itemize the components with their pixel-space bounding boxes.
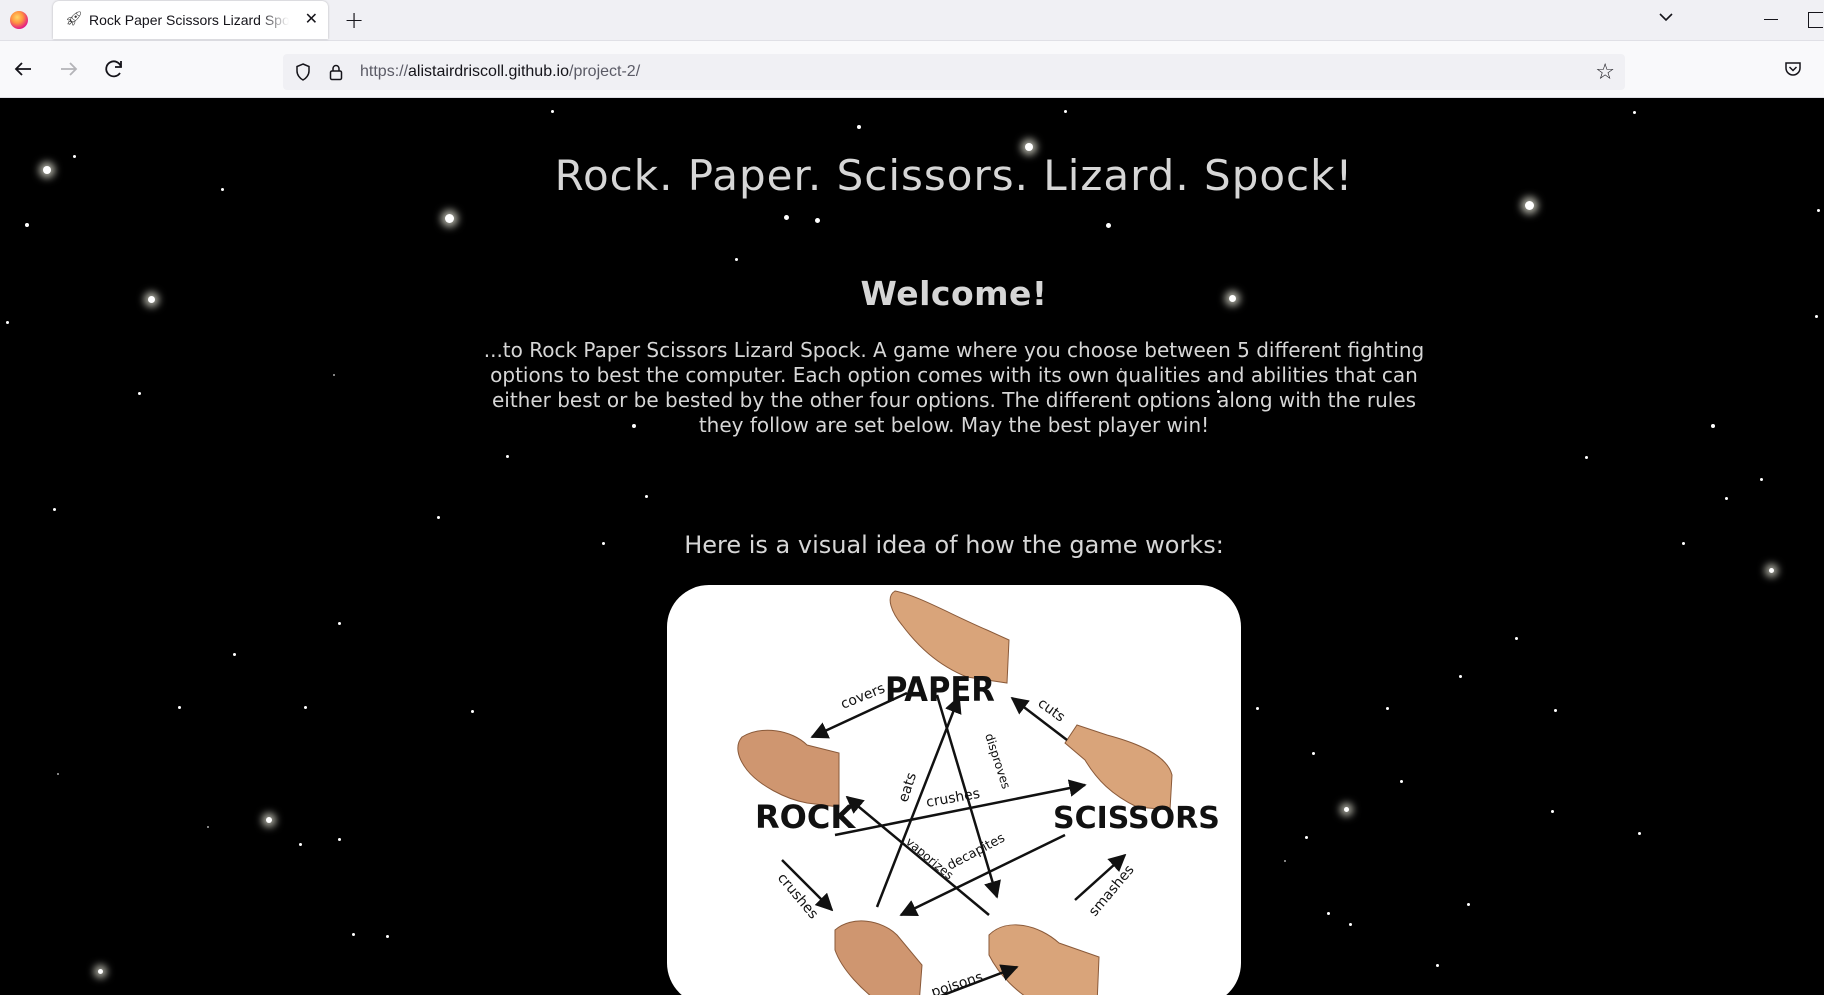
- star-dot: [645, 495, 648, 498]
- star-dot: [266, 817, 272, 823]
- window-maximize-button[interactable]: [1808, 12, 1823, 28]
- star-dot: [1467, 903, 1470, 906]
- pocket-icon[interactable]: [1784, 61, 1802, 77]
- star-dot: [471, 710, 474, 713]
- star-dot: [1349, 923, 1352, 926]
- star-dot: [1515, 637, 1518, 640]
- node-label-rock: ROCK: [755, 798, 856, 836]
- star-dot: [338, 838, 341, 841]
- page-viewport: Rock. Paper. Scissors. Lizard. Spock! We…: [0, 98, 1824, 995]
- visual-heading: Here is a visual idea of how the game wo…: [684, 531, 1224, 559]
- star-dot: [207, 826, 209, 828]
- star-dot: [386, 935, 389, 938]
- star-dot: [815, 218, 820, 223]
- star-dot: [53, 508, 56, 511]
- browser-nav-bar: https://alistairdriscoll.github.io/proje…: [0, 41, 1824, 98]
- browser-tab-active[interactable]: 🚀︎ Rock Paper Scissors Lizard Spock ✕: [53, 1, 328, 39]
- reload-icon[interactable]: [100, 55, 128, 83]
- star-dot: [551, 110, 554, 113]
- star-dot: [437, 516, 440, 519]
- star-dot: [1312, 752, 1315, 755]
- star-dot: [1760, 478, 1763, 481]
- intro-paragraph: ...to Rock Paper Scissors Lizard Spock. …: [483, 338, 1425, 437]
- verb-cuts: cuts: [1035, 695, 1068, 725]
- star-dot: [1554, 709, 1557, 712]
- lizard-hand-image: [834, 920, 923, 995]
- star-dot: [1815, 315, 1818, 318]
- welcome-heading: Welcome!: [860, 274, 1048, 313]
- url-text[interactable]: https://alistairdriscoll.github.io/proje…: [360, 63, 640, 81]
- arrow-right-icon[interactable]: [55, 55, 83, 83]
- star-dot: [352, 933, 355, 936]
- star-dot: [1633, 111, 1636, 114]
- game-rules-diagram: PAPER ROCK SCISSORS covers cuts eats dis…: [667, 585, 1241, 995]
- star-dot: [299, 843, 302, 846]
- verb-smashes: smashes: [1086, 862, 1138, 919]
- arrow-left-icon[interactable]: [9, 55, 37, 83]
- close-icon[interactable]: ✕: [305, 9, 318, 28]
- star-dot: [1256, 707, 1259, 710]
- tab-title: Rock Paper Scissors Lizard Spock: [89, 12, 289, 28]
- star-dot: [1305, 836, 1308, 839]
- verb-poisons: poisons: [929, 969, 985, 995]
- star-dot: [304, 706, 307, 709]
- page-title: Rock. Paper. Scissors. Lizard. Spock!: [554, 151, 1354, 200]
- node-label-scissors: SCISSORS: [1053, 801, 1220, 836]
- star-dot: [784, 215, 789, 220]
- star-dot: [1525, 201, 1534, 210]
- star-dot: [1436, 964, 1439, 967]
- star-dot: [1551, 810, 1554, 813]
- verb-eats: eats: [896, 771, 920, 804]
- star-dot: [25, 223, 29, 227]
- firefox-logo-icon[interactable]: [10, 11, 28, 29]
- verb-disproves: disproves: [982, 732, 1013, 791]
- url-path: /project-2/: [569, 63, 641, 80]
- star-dot: [1400, 780, 1403, 783]
- scissors-hand-image: [1064, 724, 1173, 811]
- star-dot: [1638, 832, 1641, 835]
- lock-icon[interactable]: [326, 62, 346, 82]
- rock-hand-image: [737, 729, 840, 808]
- url-scheme: https://: [360, 63, 409, 80]
- plus-icon[interactable]: +: [344, 6, 364, 34]
- verb-crushes-lower: crushes: [774, 870, 821, 922]
- browser-tab-bar: 🚀︎ Rock Paper Scissors Lizard Spock ✕ +: [0, 0, 1824, 41]
- star-dot: [1344, 807, 1349, 812]
- rules-diagram-svg: PAPER ROCK SCISSORS covers cuts eats dis…: [737, 590, 1220, 995]
- star-dot: [1769, 568, 1774, 573]
- shield-icon[interactable]: [293, 62, 313, 82]
- chevron-down-icon[interactable]: [1658, 9, 1674, 25]
- star-dot: [57, 773, 59, 775]
- star-dot: [1064, 110, 1067, 113]
- star-dot: [1725, 497, 1728, 500]
- star-dot: [178, 706, 181, 709]
- star-icon[interactable]: ☆: [1595, 60, 1615, 85]
- star-dot: [233, 653, 236, 656]
- verb-covers: covers: [839, 681, 888, 713]
- spock-hand-image: [988, 924, 1100, 995]
- star-dot: [1711, 424, 1715, 428]
- star-dot: [735, 258, 738, 261]
- star-dot: [1459, 675, 1462, 678]
- star-dot: [338, 622, 341, 625]
- rocket-icon: 🚀︎: [65, 11, 83, 27]
- star-dot: [1284, 860, 1286, 862]
- star-dot: [1106, 223, 1111, 228]
- star-dot: [1386, 707, 1389, 710]
- star-dot: [98, 969, 103, 974]
- url-bar[interactable]: https://alistairdriscoll.github.io/proje…: [283, 54, 1625, 90]
- star-dot: [1025, 143, 1033, 151]
- star-dot: [1585, 456, 1588, 459]
- star-dot: [857, 125, 861, 129]
- star-dot: [506, 455, 509, 458]
- star-dot: [333, 374, 335, 376]
- star-dot: [445, 214, 454, 223]
- url-host: alistairdriscoll.github.io: [408, 63, 569, 80]
- window-minimize-button[interactable]: [1764, 19, 1778, 20]
- star-dot: [138, 392, 141, 395]
- star-dot: [1817, 209, 1820, 212]
- star-dot: [6, 321, 9, 324]
- star-dot: [1327, 912, 1330, 915]
